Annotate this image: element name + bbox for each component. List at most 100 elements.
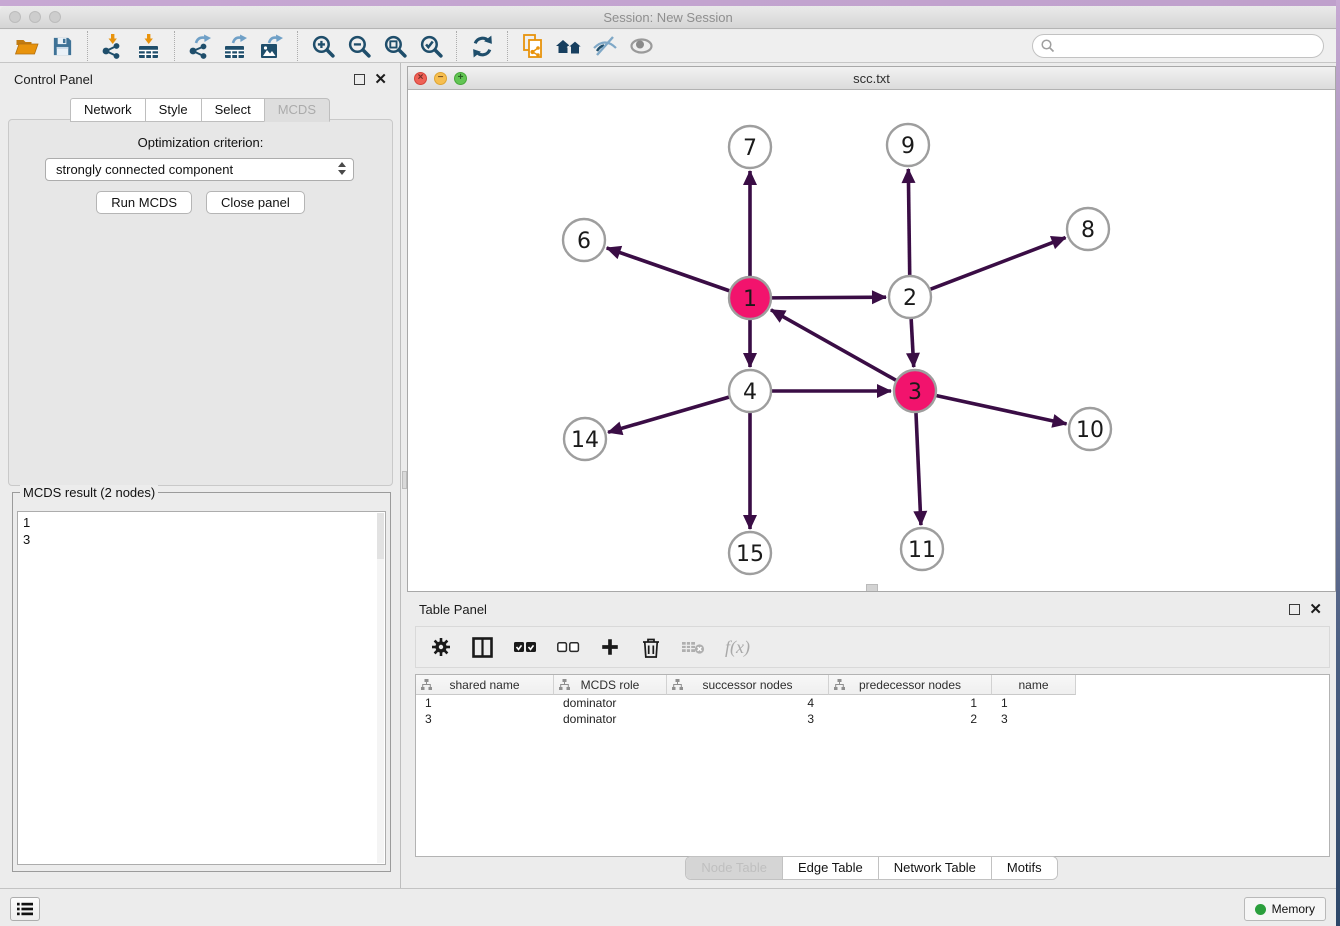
toolbar-separator — [174, 31, 175, 61]
graph-edge-3-11[interactable] — [916, 413, 921, 525]
graph-node-9[interactable]: 9 — [887, 124, 929, 166]
network-maximize-button[interactable]: + — [454, 72, 467, 85]
graph-edge-1-2[interactable] — [772, 297, 886, 298]
graph-node-6[interactable]: 6 — [563, 219, 605, 261]
import-table-button[interactable] — [131, 31, 167, 61]
column-header-name[interactable]: name — [992, 675, 1076, 695]
tab-mcds[interactable]: MCDS — [264, 98, 330, 122]
network-minimize-button[interactable]: − — [434, 72, 447, 85]
close-panel-button[interactable]: ✕ — [374, 74, 387, 85]
graph-edge-2-9[interactable] — [908, 169, 909, 275]
tab-network[interactable]: Network — [70, 98, 146, 122]
column-browser-button[interactable] — [471, 632, 494, 662]
control-panel: Control Panel ✕ Network Style Select MCD… — [5, 66, 396, 888]
svg-text:14: 14 — [571, 428, 599, 453]
graph-node-2[interactable]: 2 — [889, 276, 931, 318]
control-panel-title: Control Panel — [14, 72, 354, 87]
zoom-in-button[interactable] — [305, 31, 341, 61]
graph-node-10[interactable]: 10 — [1069, 408, 1111, 450]
column-header-predecessor-nodes[interactable]: predecessor nodes — [829, 675, 992, 695]
graph-node-7[interactable]: 7 — [729, 126, 771, 168]
graph-edge-2-3[interactable] — [911, 319, 914, 367]
graph-node-8[interactable]: 8 — [1067, 208, 1109, 250]
graph-edge-4-14[interactable] — [608, 397, 729, 432]
vertical-split-divider[interactable] — [400, 63, 407, 888]
column-flow-icon — [559, 679, 570, 691]
import-network-button[interactable] — [95, 31, 131, 61]
search-input[interactable] — [1056, 36, 1323, 56]
tab-edge-table[interactable]: Edge Table — [782, 857, 878, 879]
tab-node-table[interactable]: Node Table — [686, 857, 782, 879]
export-network-button[interactable] — [182, 31, 218, 61]
tab-motifs[interactable]: Motifs — [991, 857, 1057, 879]
table-cell: 1 — [992, 695, 1076, 711]
task-history-button[interactable] — [10, 897, 40, 921]
export-image-button[interactable] — [254, 31, 290, 61]
graph-edge-3-10[interactable] — [936, 396, 1066, 424]
table-cell: 2 — [829, 711, 992, 727]
graph-edge-2-8[interactable] — [931, 238, 1066, 290]
svg-text:4: 4 — [743, 380, 757, 405]
table-toolbar: f(x) — [415, 626, 1330, 668]
mcds-tab-pane: Optimization criterion: strongly connect… — [8, 119, 393, 486]
horizontal-split-grip[interactable] — [866, 584, 878, 591]
table-settings-button[interactable] — [430, 632, 452, 662]
graph-node-3[interactable]: 3 — [894, 370, 936, 412]
search-field[interactable] — [1032, 34, 1324, 58]
result-scrollbar[interactable] — [377, 513, 384, 863]
graph-node-1[interactable]: 1 — [729, 277, 771, 319]
zoom-selected-button[interactable] — [413, 31, 449, 61]
tab-network-table[interactable]: Network Table — [878, 857, 991, 879]
close-table-panel-button[interactable]: ✕ — [1309, 604, 1322, 615]
column-header-shared-name[interactable]: shared name — [416, 675, 554, 695]
column-header-MCDS-role[interactable]: MCDS role — [554, 675, 667, 695]
column-flow-icon — [421, 679, 432, 691]
mcds-result-textarea[interactable]: 1 3 — [17, 511, 386, 865]
create-column-button[interactable] — [599, 632, 621, 662]
main-toolbar — [0, 30, 1336, 63]
open-session-button[interactable] — [8, 31, 44, 61]
column-header-successor-nodes[interactable]: successor nodes — [667, 675, 829, 695]
show-eye-button[interactable] — [623, 31, 659, 61]
clone-network-icon — [520, 33, 546, 59]
delete-column-button[interactable] — [640, 632, 662, 662]
hide-eye-button[interactable] — [587, 31, 623, 61]
graph-edge-1-6[interactable] — [607, 248, 730, 291]
tab-select[interactable]: Select — [201, 98, 265, 122]
float-panel-button[interactable] — [354, 74, 365, 85]
tab-style[interactable]: Style — [145, 98, 202, 122]
graph-node-11[interactable]: 11 — [901, 528, 943, 570]
network-window-titlebar: × − + scc.txt — [408, 67, 1335, 90]
select-all-columns-button[interactable] — [513, 632, 537, 662]
import-table-icon — [136, 33, 162, 59]
function-builder-button[interactable]: f(x) — [725, 632, 750, 662]
svg-text:6: 6 — [577, 229, 591, 254]
svg-text:11: 11 — [908, 538, 936, 563]
network-canvas[interactable]: 7 9 6 8 1 2 4 3 14 10 15 11 — [408, 90, 1335, 591]
export-table-button[interactable] — [218, 31, 254, 61]
graph-node-15[interactable]: 15 — [729, 532, 771, 574]
zoom-fit-button[interactable] — [377, 31, 413, 61]
refresh-button[interactable] — [464, 31, 500, 61]
float-table-panel-button[interactable] — [1289, 604, 1300, 615]
network-graph[interactable]: 7 9 6 8 1 2 4 3 14 10 15 11 — [408, 90, 1335, 591]
memory-button[interactable]: Memory — [1244, 897, 1326, 921]
home-button[interactable] — [551, 31, 587, 61]
result-line: 3 — [23, 531, 380, 548]
network-close-button[interactable]: × — [414, 72, 427, 85]
save-session-button[interactable] — [44, 31, 80, 61]
memory-label: Memory — [1272, 902, 1315, 916]
graph-node-4[interactable]: 4 — [729, 370, 771, 412]
table-row[interactable]: 3dominator323 — [416, 711, 1329, 727]
close-panel-button-mcds[interactable]: Close panel — [206, 191, 305, 214]
zoom-out-button[interactable] — [341, 31, 377, 61]
plus-icon — [599, 636, 621, 658]
criterion-select[interactable]: strongly connected component — [45, 158, 354, 181]
graph-edge-3-1[interactable] — [771, 310, 896, 380]
table-row[interactable]: 1dominator411 — [416, 695, 1329, 711]
clone-network-button[interactable] — [515, 31, 551, 61]
graph-node-14[interactable]: 14 — [564, 418, 606, 460]
run-mcds-button[interactable]: Run MCDS — [96, 191, 192, 214]
deselect-all-columns-button[interactable] — [556, 632, 580, 662]
delete-table-button[interactable] — [681, 632, 706, 662]
